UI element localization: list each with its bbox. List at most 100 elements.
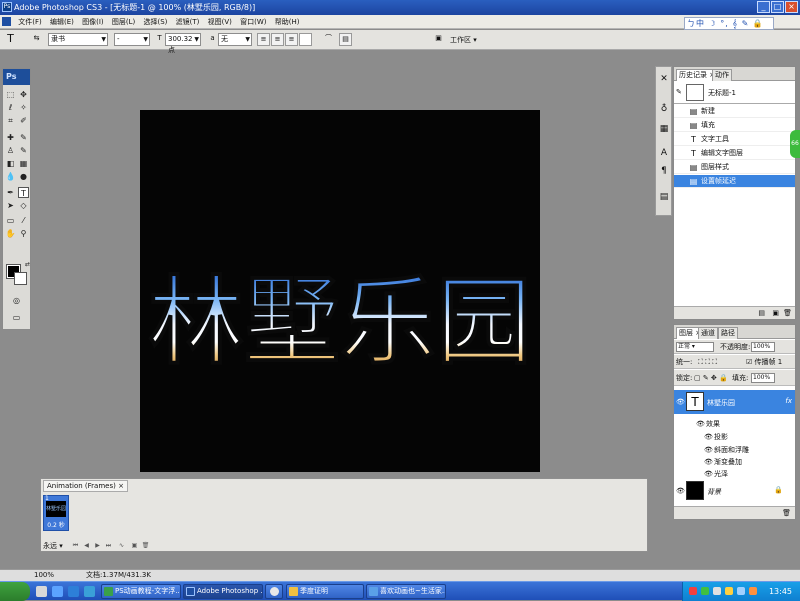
blend-mode-select[interactable]: 正常 ▾ (676, 342, 714, 352)
tab-channels[interactable]: 通道 (698, 327, 718, 339)
ime-toolbar[interactable]: ㄅ中 ☽ °, 𝄞 ✎ 🔒 ✦ (684, 17, 774, 39)
history-brush-source-icon[interactable]: ✎ (676, 88, 682, 96)
lock-icons[interactable]: ▢ ✎ ✥ 🔒 (694, 370, 728, 386)
effects-header[interactable]: 👁 效果 (696, 418, 795, 430)
tray-icon[interactable] (725, 587, 733, 595)
marquee-tool-icon[interactable]: ⬚ (5, 89, 16, 100)
new-frame-icon[interactable]: ▣ (130, 541, 139, 550)
navigator-icon[interactable]: ✕ (658, 73, 670, 85)
blur-tool-icon[interactable]: 💧 (5, 171, 16, 182)
taskbar-item-active[interactable]: Adobe Photoshop ... (183, 584, 263, 599)
tray-icon[interactable] (737, 587, 745, 595)
eye-icon[interactable]: 👁 (676, 398, 685, 406)
tray-icon[interactable] (701, 587, 709, 595)
quicklaunch-icon[interactable] (52, 586, 63, 597)
effect-item[interactable]: 👁 渐变叠加 (696, 456, 795, 468)
fx-icon[interactable]: fx (785, 397, 792, 405)
swap-colors-icon[interactable]: ⇄ (22, 259, 33, 270)
font-size-field[interactable]: 300.32 点 ▼ (165, 33, 201, 54)
history-brush-icon[interactable]: ✎ (18, 145, 29, 156)
animation-frame[interactable]: 1 林墅乐园 0.2 秒 (43, 495, 69, 531)
align-right-button[interactable]: ≡ (285, 33, 298, 46)
eye-icon[interactable]: 👁 (704, 433, 713, 441)
layer-name[interactable]: 背景 (707, 487, 721, 497)
shape-tool-icon[interactable]: ◇ (18, 200, 29, 211)
propagate-checkbox[interactable]: ☑ 传播帧 1 (746, 355, 782, 369)
antialias-select[interactable]: 无 ▼ (218, 33, 252, 46)
history-item[interactable]: ▤ 填充 (674, 119, 795, 132)
quicklaunch-icon[interactable] (84, 586, 95, 597)
align-left-button[interactable]: ≡ (257, 33, 270, 46)
path-selection-icon[interactable]: ➤ (5, 200, 16, 211)
unify-icons[interactable]: ⛶ ⛶ ⛶ (698, 355, 717, 369)
eye-icon[interactable]: 👁 (704, 458, 713, 466)
tray-icon[interactable] (689, 587, 697, 595)
align-center-button[interactable]: ≡ (271, 33, 284, 46)
taskbar-item[interactable]: PS动画教程-文字浮... (101, 584, 181, 599)
tool-presets-icon[interactable]: ▤ (658, 191, 670, 203)
delete-layer-icon[interactable]: 🗑 (782, 509, 791, 517)
type-tool-active-icon[interactable]: T (18, 187, 29, 198)
minimize-button[interactable]: _ (757, 1, 770, 13)
delete-icon[interactable]: 🗑 (783, 309, 792, 317)
paragraph-icon[interactable]: ¶ (658, 165, 670, 177)
screen-mode-icon[interactable]: ▭ (11, 312, 22, 323)
opacity-field[interactable]: 100% (751, 342, 775, 352)
document-info[interactable]: 文档:1.37M/431.3K (86, 570, 151, 581)
move-tool-icon[interactable]: ✥ (18, 89, 29, 100)
tab-actions[interactable]: 动作 (712, 69, 732, 81)
start-button[interactable] (0, 582, 30, 601)
history-item-selected[interactable]: ▤ 设置帧延迟 (674, 175, 795, 188)
fill-field[interactable]: 100% (751, 373, 775, 383)
layer-row-background[interactable]: 👁 背景 🔒 (674, 479, 795, 503)
healing-brush-icon[interactable]: ✚ (5, 132, 16, 143)
zoom-tool-icon[interactable]: ⚲ (18, 228, 29, 239)
menu-edit[interactable]: 编辑(E) (47, 15, 77, 29)
tab-paths[interactable]: 路径 (718, 327, 738, 339)
first-frame-icon[interactable]: ⏮ (71, 541, 80, 550)
clock[interactable]: 13:45 (769, 582, 792, 601)
effect-item[interactable]: 👁 斜面和浮雕 (696, 444, 795, 456)
lasso-tool-icon[interactable]: ℓ (5, 102, 16, 113)
menu-layer[interactable]: 图层(L) (109, 15, 138, 29)
loop-select[interactable]: 永远 ▾ (43, 541, 63, 551)
warp-text-icon[interactable]: ⌒ (322, 33, 335, 46)
magic-wand-icon[interactable]: ✧ (18, 102, 29, 113)
orientation-icon[interactable]: ⇆ (30, 33, 43, 46)
close-button[interactable]: × (785, 1, 798, 13)
quicklaunch-icon[interactable] (36, 586, 47, 597)
text-color-swatch[interactable] (299, 33, 312, 46)
new-snapshot-icon[interactable]: ▣ (772, 309, 779, 317)
color-icon[interactable]: ♁ (658, 103, 670, 115)
bridge-icon[interactable]: ▣ (432, 33, 445, 46)
workspace-menu[interactable]: 工作区 ▾ (450, 35, 477, 45)
type-tool-icon[interactable]: T (4, 33, 17, 46)
palettes-toggle-button[interactable]: ▤ (339, 33, 352, 46)
history-snapshot[interactable]: ✎ 无标题-1 (674, 82, 795, 104)
menu-file[interactable]: 文件(F) (15, 15, 45, 29)
taskbar-item[interactable]: 喜欢动画也~生活家... (366, 584, 446, 599)
font-style-select[interactable]: - ▼ (114, 33, 150, 46)
hand-tool-icon[interactable]: ✋ (5, 228, 16, 239)
document-icon[interactable] (2, 17, 11, 26)
eraser-tool-icon[interactable]: ◧ (5, 158, 16, 169)
layer-name[interactable]: 林墅乐园 (707, 398, 735, 408)
taskbar-item[interactable]: 季度证明 (286, 584, 364, 599)
menu-image[interactable]: 图像(I) (79, 15, 107, 29)
pen-tool-icon[interactable]: ✒ (5, 187, 16, 198)
history-item[interactable]: ▤ 图层样式 (674, 161, 795, 174)
floating-side-tab[interactable]: 66 (790, 130, 800, 158)
layer-row-text[interactable]: 👁 T 林墅乐园 fx (674, 390, 795, 414)
new-document-icon[interactable]: ▤ (758, 309, 765, 317)
tray-icon[interactable] (713, 587, 721, 595)
quicklaunch-icon[interactable] (68, 586, 79, 597)
menu-view[interactable]: 视图(V) (205, 15, 235, 29)
eye-icon[interactable]: 👁 (704, 446, 713, 454)
eye-icon[interactable]: 👁 (696, 420, 705, 428)
menu-help[interactable]: 帮助(H) (272, 15, 303, 29)
menu-window[interactable]: 窗口(W) (237, 15, 269, 29)
gradient-tool-icon[interactable]: ▦ (18, 158, 29, 169)
zoom-level[interactable]: 100% (34, 570, 54, 581)
brush-tool-icon[interactable]: ✎ (18, 132, 29, 143)
prev-frame-icon[interactable]: ◀ (82, 541, 91, 550)
